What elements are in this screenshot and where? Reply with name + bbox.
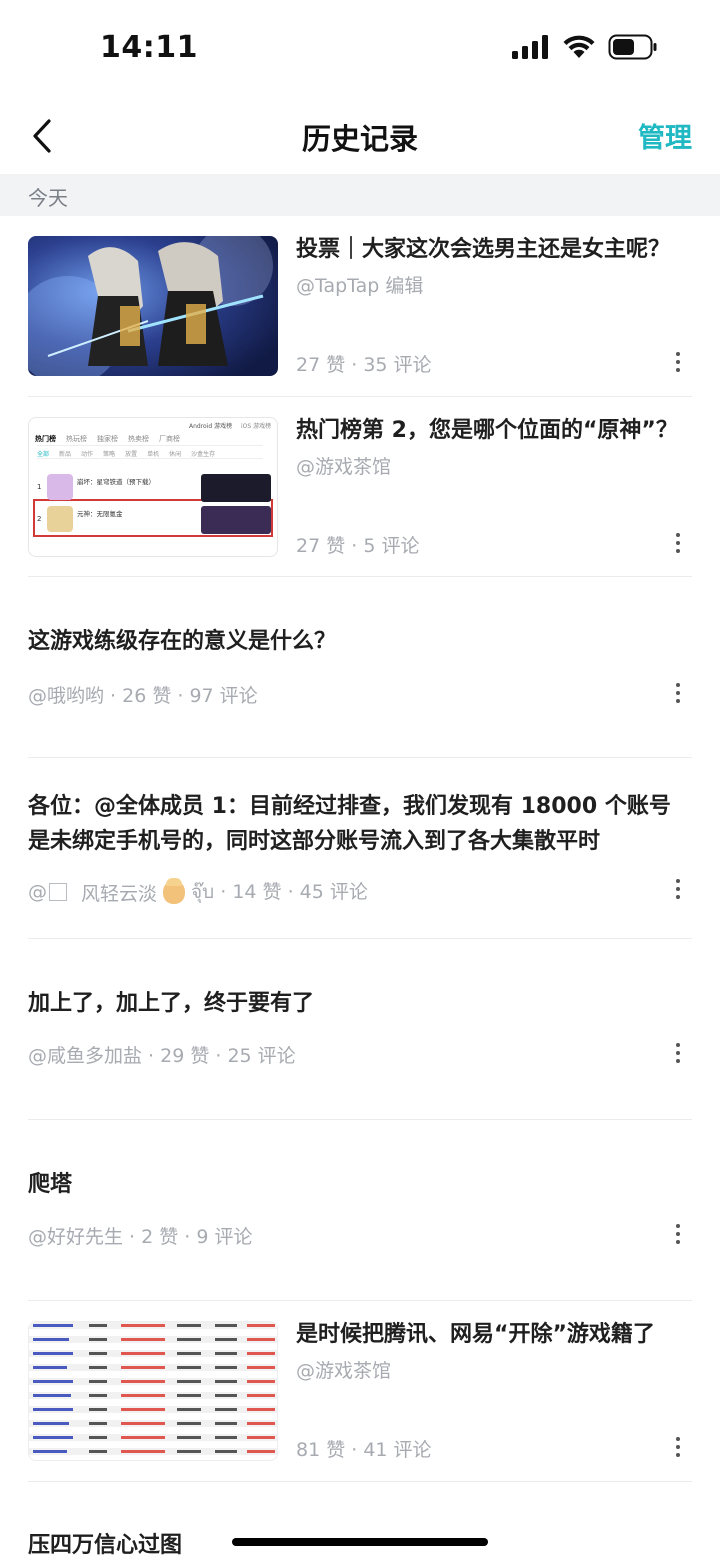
list-item[interactable]: 各位：@全体成员 1：目前经过排查，我们发现有 18000 个账号是未绑定手机号… xyxy=(28,758,692,939)
history-list: 投票｜大家这次会选男主还是女主呢？ @TapTap 编辑 27 赞 · 35 评… xyxy=(0,216,720,1560)
post-title: 爬塔 xyxy=(28,1172,73,1197)
list-item[interactable]: 压四万信心过图 xyxy=(28,1482,692,1560)
more-button[interactable] xyxy=(670,1433,686,1461)
post-meta: @咸鱼多加盐 · 29 赞 · 25 评论 xyxy=(28,1045,296,1067)
section-header-today: 今天 xyxy=(0,174,720,216)
post-author: @TapTap 编辑 xyxy=(296,275,424,297)
nav-bar: 历史记录 管理 xyxy=(0,96,720,174)
post-title: 投票｜大家这次会选男主还是女主呢？ xyxy=(296,237,671,262)
more-dots-icon xyxy=(676,683,680,687)
thumb-rank1: 崩坏：星穹铁道（预下载） xyxy=(77,478,155,486)
battery-icon xyxy=(608,34,657,60)
status-icons xyxy=(512,34,658,60)
list-item[interactable]: 加上了，加上了，终于要有了 @咸鱼多加盐 · 29 赞 · 25 评论 xyxy=(28,939,692,1120)
thumb-filters: 全部 新品 动作 策略 放置 单机 休闲 沙盒生存 xyxy=(37,451,216,458)
post-thumbnail xyxy=(28,1321,278,1461)
list-item[interactable]: 投票｜大家这次会选男主还是女主呢？ @TapTap 编辑 27 赞 · 35 评… xyxy=(28,216,692,397)
manage-button[interactable]: 管理 xyxy=(638,116,692,155)
post-thumbnail: Android 游戏榜 iOS 游戏榜 热门榜 热玩榜 独家榜 热卖榜 厂商榜 … xyxy=(28,417,278,557)
more-dots-icon xyxy=(676,352,680,356)
post-stats: 27 赞 · 5 评论 xyxy=(296,535,420,557)
thumb-rank-tabs: 热门榜 热玩榜 独家榜 热卖榜 厂商榜 xyxy=(35,435,180,443)
status-time: 14:11 xyxy=(100,30,198,65)
more-dots-icon xyxy=(676,533,680,537)
author-name: 风轻云淡 xyxy=(81,882,158,905)
more-button[interactable] xyxy=(670,875,686,903)
post-author: @游戏茶馆 xyxy=(296,1360,392,1382)
post-meta: @ 风轻云淡 จุ๊บ · 14 赞 · 45 评论 xyxy=(28,877,368,907)
more-dots-icon xyxy=(676,879,680,883)
section-label: 今天 xyxy=(28,186,68,210)
post-stats: 81 赞 · 41 评论 xyxy=(296,1439,432,1461)
more-dots-icon xyxy=(676,1043,680,1047)
thumb-tab: iOS 游戏榜 xyxy=(241,423,272,430)
broken-emoji-icon xyxy=(49,883,67,901)
more-button[interactable] xyxy=(670,1220,686,1248)
thumb-tab: Android 游戏榜 xyxy=(189,423,233,430)
post-title: 是时候把腾讯、网易“开除”游戏籍了 xyxy=(296,1322,655,1347)
more-button[interactable] xyxy=(670,1039,686,1067)
more-dots-icon xyxy=(676,1224,680,1228)
list-item[interactable]: 这游戏练级存在的意义是什么？ @哦哟哟 · 26 赞 · 97 评论 xyxy=(28,577,692,758)
more-button[interactable] xyxy=(670,679,686,707)
post-title: 各位：@全体成员 1：目前经过排查，我们发现有 18000 个账号是未绑定手机号… xyxy=(28,794,671,854)
list-item[interactable]: Android 游戏榜 iOS 游戏榜 热门榜 热玩榜 独家榜 热卖榜 厂商榜 … xyxy=(28,397,692,577)
person-emoji-icon xyxy=(163,878,186,904)
post-title: 加上了，加上了，终于要有了 xyxy=(28,991,315,1016)
list-item[interactable]: 爬塔 @好好先生 · 2 赞 · 9 评论 xyxy=(28,1120,692,1301)
post-title: 这游戏练级存在的意义是什么？ xyxy=(28,629,337,654)
post-title: 热门榜第 2，您是哪个位面的“原神”？ xyxy=(296,418,678,443)
more-button[interactable] xyxy=(670,348,686,376)
post-stats: 27 赞 · 35 评论 xyxy=(296,354,432,376)
more-button[interactable] xyxy=(670,529,686,557)
more-dots-icon xyxy=(676,1437,680,1441)
post-meta: @好好先生 · 2 赞 · 9 评论 xyxy=(28,1226,253,1248)
post-author: @游戏茶馆 xyxy=(296,456,392,478)
wifi-icon xyxy=(563,35,595,58)
page-title: 历史记录 xyxy=(301,122,418,156)
status-bar: 14:11 xyxy=(0,0,720,96)
list-item[interactable]: 是时候把腾讯、网易“开除”游戏籍了 @游戏茶馆 81 赞 · 41 评论 xyxy=(28,1301,692,1482)
signal-icon xyxy=(512,35,548,59)
thumb-rank2: 元神：无限氪金 xyxy=(77,510,123,518)
post-thumbnail xyxy=(28,236,278,376)
home-indicator xyxy=(232,1538,488,1546)
post-meta: @哦哟哟 · 26 赞 · 97 评论 xyxy=(28,685,258,707)
